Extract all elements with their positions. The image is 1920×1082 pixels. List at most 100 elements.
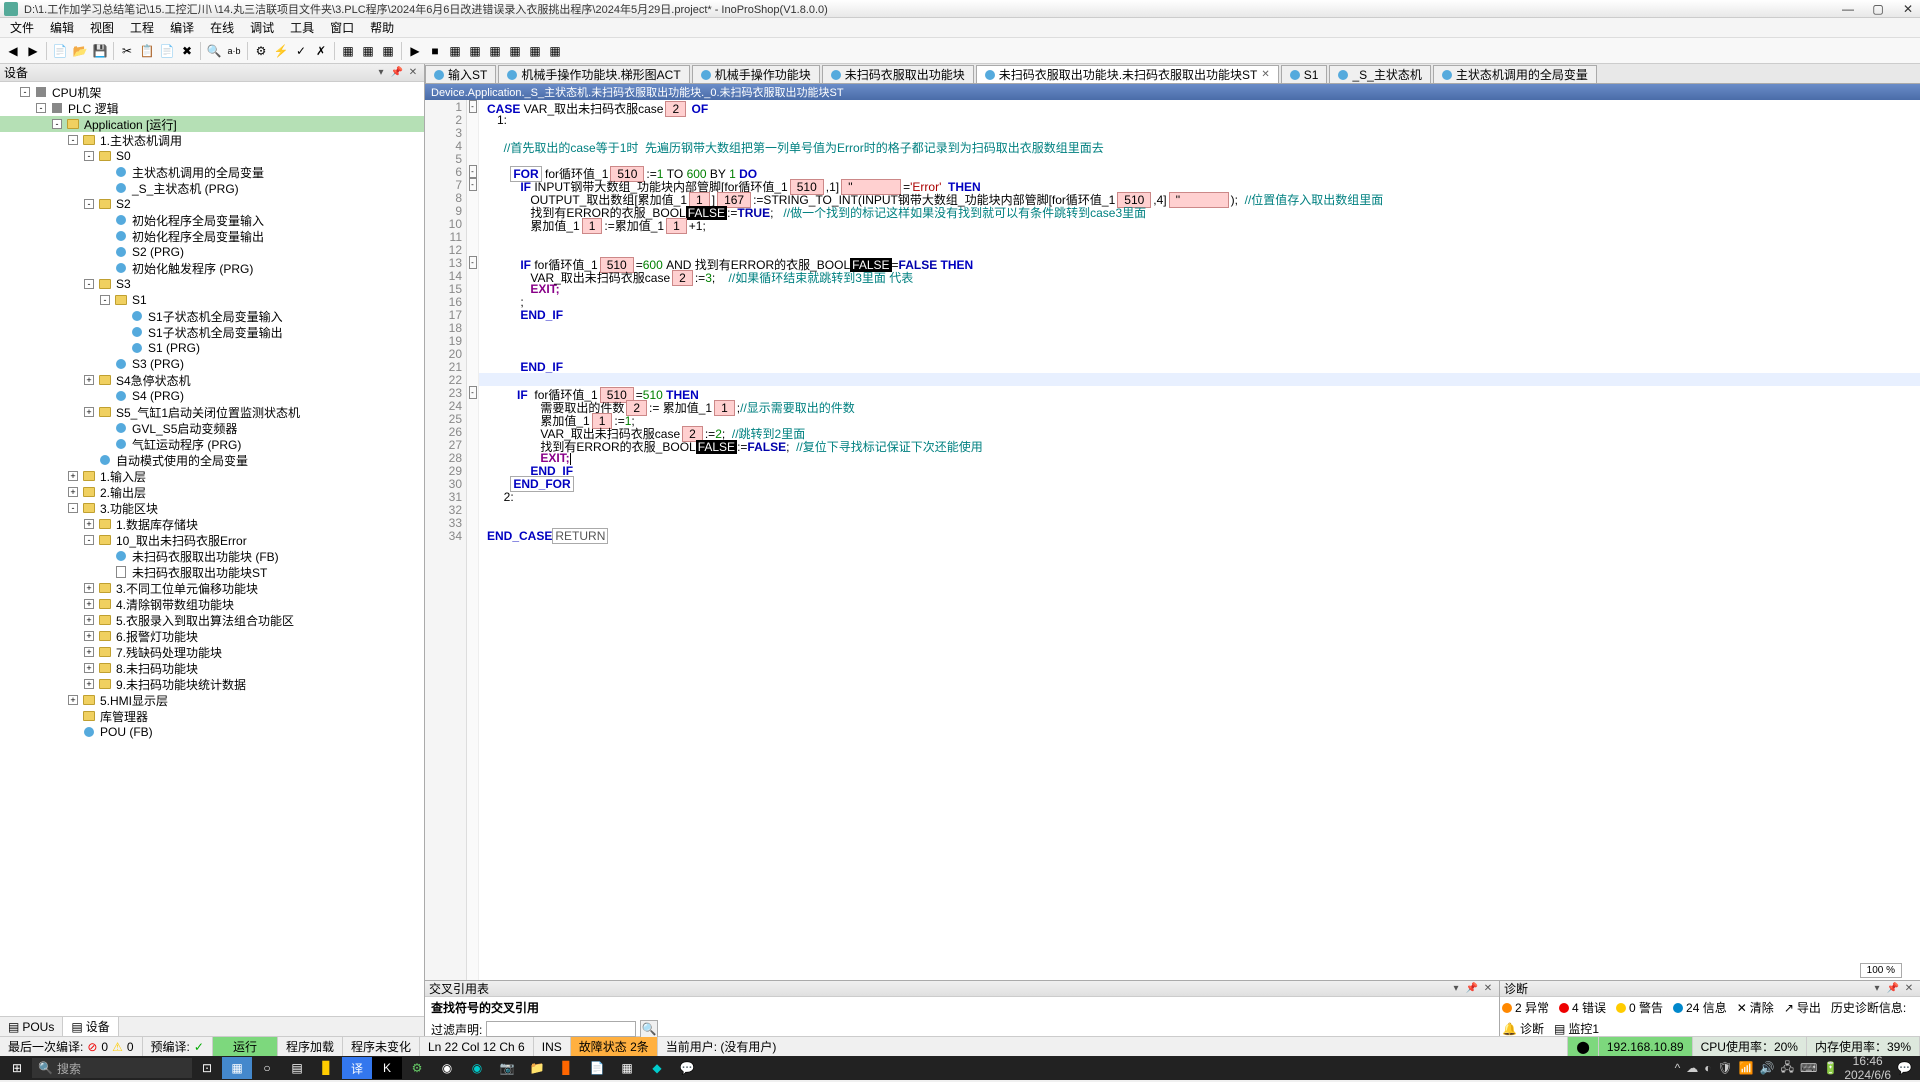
device-tree[interactable]: -CPU机架-PLC 逻辑-Application [运行]-1.主状态机调用-… [0,82,424,1016]
tb-delete[interactable]: ✖ [178,42,196,60]
tree-node[interactable]: 初始化触发程序 (PRG) [0,260,424,276]
tree-node[interactable]: 未扫码衣服取出功能块 (FB) [0,548,424,564]
tb-app10[interactable]: 📄 [582,1057,612,1079]
code-editor[interactable]: 1234567891011121314151617181920212223242… [425,100,1920,980]
tb-app8[interactable]: 📷 [492,1057,522,1079]
tb-c1[interactable]: ▦ [446,42,464,60]
tree-node[interactable]: S2 (PRG) [0,244,424,260]
tb-cut[interactable]: ✂ [118,42,136,60]
fold-column[interactable]: ----- [467,100,479,980]
tree-node[interactable]: +5.衣服录入到取出算法组合功能区 [0,612,424,628]
tree-node[interactable]: S4 (PRG) [0,388,424,404]
tree-node[interactable]: +4.清除钢带数组功能块 [0,596,424,612]
panel-pin[interactable]: 📌 [390,66,404,80]
tree-node[interactable]: _S_主状态机 (PRG) [0,180,424,196]
tb-stop[interactable]: ■ [426,42,444,60]
taskbar-search[interactable]: 🔍 搜索 [32,1058,192,1078]
tree-node[interactable]: -1.主状态机调用 [0,132,424,148]
tray-battery-icon[interactable]: 🔋 [1823,1061,1838,1075]
tb-app9[interactable]: ▊ [552,1057,582,1079]
tree-node[interactable]: -10_取出未扫码衣服Error [0,532,424,548]
tb-app3[interactable]: ▤ [282,1057,312,1079]
menu-debug[interactable]: 调试 [244,17,280,38]
close-button[interactable]: ✕ [1900,2,1916,16]
menu-project[interactable]: 工程 [124,17,160,38]
tb-c5[interactable]: ▦ [526,42,544,60]
tree-node[interactable]: -3.功能区块 [0,500,424,516]
tray-volume-icon[interactable]: 🔊 [1760,1061,1775,1075]
tb-paste[interactable]: 📄 [158,42,176,60]
tb-a2[interactable]: ⚡ [272,42,290,60]
menu-edit[interactable]: 编辑 [44,17,80,38]
tab-pous[interactable]: ▤POUs [0,1017,63,1036]
tb-app5[interactable]: 译 [342,1057,372,1079]
tree-node[interactable]: S1子状态机全局变量输出 [0,324,424,340]
tray-shield-icon[interactable]: 🛡 [1718,1061,1733,1075]
editor-tab[interactable]: 主状态机调用的全局变量 [1433,65,1597,83]
tb-c2[interactable]: ▦ [466,42,484,60]
panel-close[interactable]: ✕ [406,66,420,80]
cross-ref-search-btn[interactable]: 🔍 [640,1020,658,1038]
diag-export[interactable]: ↗ 导出 [1784,999,1821,1016]
tree-node[interactable]: 自动模式使用的全局变量 [0,452,424,468]
tb-fwd[interactable]: ▶ [24,42,42,60]
tree-node[interactable]: 初始化程序全局变量输入 [0,212,424,228]
diag-pin[interactable]: 📌 [1886,982,1900,996]
maximize-button[interactable]: ▢ [1870,2,1886,16]
tree-node[interactable]: S1子状态机全局变量输入 [0,308,424,324]
cross-ref-filter-input[interactable] [486,1021,636,1037]
tree-node[interactable]: +S4急停状态机 [0,372,424,388]
tree-node[interactable]: +2.输出层 [0,484,424,500]
panel-dropdown[interactable]: ▾ [374,66,388,80]
tb-chrome[interactable]: ◉ [432,1057,462,1079]
tb-app7[interactable]: ⚙ [402,1057,432,1079]
diag-errors[interactable]: 4 错误 [1559,999,1606,1016]
menu-window[interactable]: 窗口 [324,17,360,38]
tb-save[interactable]: 💾 [91,42,109,60]
tb-run[interactable]: ▶ [406,42,424,60]
tab-devices[interactable]: ▤设备 [63,1017,118,1036]
tree-node[interactable]: +1.输入层 [0,468,424,484]
tree-node[interactable]: -S0 [0,148,424,164]
tray-keyboard-icon[interactable]: ⌨ [1800,1061,1817,1075]
tb-wechat[interactable]: 💬 [672,1057,702,1079]
tree-node[interactable]: +8.未扫码功能块 [0,660,424,676]
diag-btn[interactable]: 🔔 诊断 [1502,1020,1544,1037]
tree-node[interactable]: POU (FB) [0,724,424,740]
editor-tab[interactable]: 机械手操作功能块.梯形图ACT [498,65,689,83]
menu-help[interactable]: 帮助 [364,17,400,38]
editor-tab[interactable]: _S_主状态机 [1329,65,1430,83]
menu-view[interactable]: 视图 [84,17,120,38]
tb-b2[interactable]: ▦ [359,42,377,60]
diag-abnormal[interactable]: 2 异常 [1502,999,1549,1016]
editor-tab[interactable]: S1 [1281,65,1328,83]
diag-dropdown[interactable]: ▾ [1870,982,1884,996]
tree-node[interactable]: +5.HMI显示层 [0,692,424,708]
tb-replace[interactable]: a·b [225,42,243,60]
tree-node[interactable]: +7.残缺码处理功能块 [0,644,424,660]
tree-node[interactable]: 未扫码衣服取出功能块ST [0,564,424,580]
tree-node[interactable]: -CPU机架 [0,84,424,100]
tb-a3[interactable]: ✓ [292,42,310,60]
diag-clear[interactable]: ✕ 清除 [1737,999,1774,1016]
editor-tab[interactable]: 机械手操作功能块 [692,65,820,83]
tray-notifications-icon[interactable]: 💬 [1897,1061,1912,1075]
tb-edge[interactable]: ◉ [462,1057,492,1079]
tree-node[interactable]: +9.未扫码功能块统计数据 [0,676,424,692]
tb-c4[interactable]: ▦ [506,42,524,60]
tree-node[interactable]: S3 (PRG) [0,356,424,372]
sb-fault[interactable]: 故障状态 2条 [571,1037,658,1056]
start-button[interactable]: ⊞ [2,1057,32,1079]
tb-open[interactable]: 📂 [71,42,89,60]
diag-close[interactable]: ✕ [1902,982,1916,996]
tb-b3[interactable]: ▦ [379,42,397,60]
diag-warnings[interactable]: 0 警告 [1616,999,1663,1016]
task-view[interactable]: ⊡ [192,1057,222,1079]
tb-app4[interactable]: ▊ [312,1057,342,1079]
tb-c3[interactable]: ▦ [486,42,504,60]
tree-node[interactable]: +3.不同工位单元偏移功能块 [0,580,424,596]
tree-node[interactable]: 气缸运动程序 (PRG) [0,436,424,452]
tb-c6[interactable]: ▦ [546,42,564,60]
crossref-close[interactable]: ✕ [1481,982,1495,996]
diag-monitor[interactable]: ▤ 监控1 [1554,1020,1599,1037]
